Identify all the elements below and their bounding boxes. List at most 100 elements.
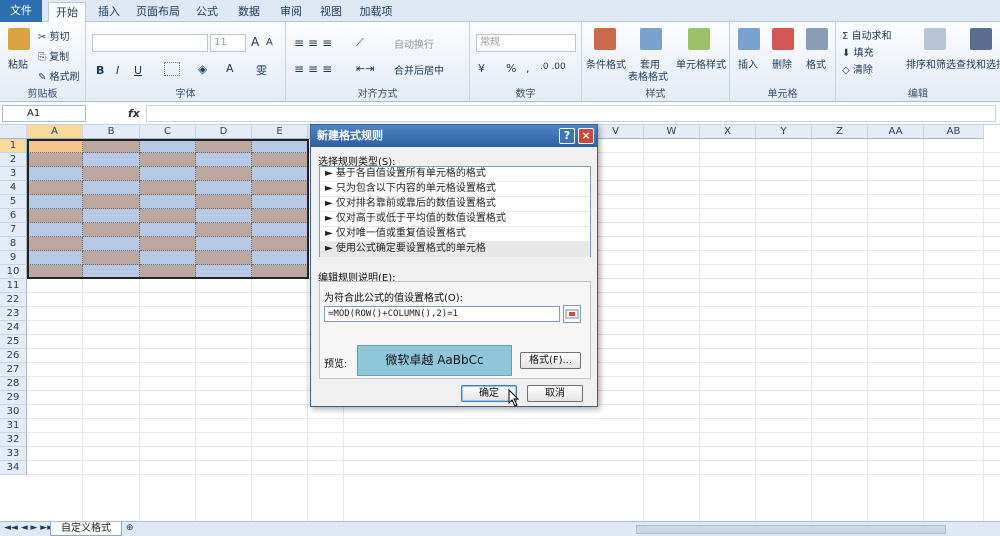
- row-header[interactable]: 7: [0, 223, 27, 237]
- tab-data[interactable]: 数据: [232, 2, 266, 22]
- conditional-format-button[interactable]: 条件格式: [586, 56, 626, 71]
- delete-cells-button[interactable]: 删除: [772, 56, 792, 71]
- row-header[interactable]: 30: [0, 405, 27, 419]
- row-header[interactable]: 28: [0, 377, 27, 391]
- column-header[interactable]: A: [27, 125, 83, 139]
- tab-home[interactable]: 开始: [48, 2, 86, 22]
- tab-file[interactable]: 文件: [0, 0, 42, 22]
- close-button[interactable]: ×: [578, 128, 594, 144]
- bold-button[interactable]: B: [96, 64, 104, 77]
- row-header[interactable]: 34: [0, 461, 27, 475]
- range-picker-button[interactable]: [563, 305, 581, 323]
- row-header[interactable]: 8: [0, 237, 27, 251]
- clear-button[interactable]: ◇ 清除: [842, 61, 873, 76]
- format-cells-icon[interactable]: [806, 28, 828, 50]
- row-header[interactable]: 27: [0, 363, 27, 377]
- column-header[interactable]: W: [644, 125, 700, 139]
- fx-icon[interactable]: fx: [128, 107, 140, 120]
- column-header[interactable]: AA: [868, 125, 924, 139]
- help-button[interactable]: ?: [559, 128, 575, 144]
- border-icon[interactable]: [164, 62, 180, 76]
- tab-view[interactable]: 视图: [314, 2, 348, 22]
- row-header[interactable]: 2: [0, 153, 27, 167]
- sort-filter-button[interactable]: 排序和筛选: [906, 56, 956, 71]
- format-button[interactable]: 格式(F)...: [520, 352, 581, 369]
- delete-cells-icon[interactable]: [772, 28, 794, 50]
- tab-addins[interactable]: 加载项: [356, 2, 396, 22]
- row-header[interactable]: 29: [0, 391, 27, 405]
- currency-icon[interactable]: ¥: [478, 62, 485, 75]
- row-header[interactable]: 10: [0, 265, 27, 279]
- column-header[interactable]: D: [196, 125, 252, 139]
- grow-font-button[interactable]: A: [251, 35, 259, 49]
- sort-filter-icon[interactable]: [924, 28, 946, 50]
- sheet-tab-custom-format[interactable]: 自定义格式: [50, 522, 122, 536]
- comma-button[interactable]: ,: [526, 62, 530, 75]
- vertical-align-icons[interactable]: ≡≡≡: [294, 36, 336, 50]
- row-header[interactable]: 23: [0, 307, 27, 321]
- row-header[interactable]: 22: [0, 293, 27, 307]
- column-header[interactable]: Z: [812, 125, 868, 139]
- merge-center-button[interactable]: 合并后居中: [394, 62, 444, 77]
- format-cells-button[interactable]: 格式: [806, 56, 826, 71]
- sheet-nav-arrows[interactable]: ◄◄ ◄ ► ►►: [4, 523, 54, 533]
- phonetic-button[interactable]: 雯: [256, 62, 267, 78]
- row-header[interactable]: 6: [0, 209, 27, 223]
- format-painter-button[interactable]: ✎ 格式刷: [38, 68, 80, 83]
- table-format-icon[interactable]: [640, 28, 662, 50]
- new-sheet-icon[interactable]: ⊕: [126, 523, 134, 533]
- formula-field[interactable]: =MOD(ROW()+COLUMN(),2)=1: [324, 306, 560, 322]
- underline-button[interactable]: U: [134, 64, 142, 77]
- fill-color-icon[interactable]: ◈: [198, 62, 207, 76]
- insert-cells-icon[interactable]: [738, 28, 760, 50]
- row-header[interactable]: 31: [0, 419, 27, 433]
- row-header[interactable]: 11: [0, 279, 27, 293]
- tab-review[interactable]: 审阅: [274, 2, 308, 22]
- tab-formulas[interactable]: 公式: [190, 2, 224, 22]
- rule-item[interactable]: ► 只为包含以下内容的单元格设置格式: [320, 182, 590, 197]
- tab-insert[interactable]: 插入: [92, 2, 126, 22]
- rule-item-selected[interactable]: ► 使用公式确定要设置格式的单元格: [320, 242, 590, 257]
- row-header[interactable]: 1: [0, 139, 27, 153]
- font-name-combo[interactable]: [92, 34, 208, 52]
- copy-button[interactable]: ⎘ 复制: [38, 48, 69, 63]
- insert-cells-button[interactable]: 插入: [738, 56, 758, 71]
- horizontal-scrollbar[interactable]: [636, 525, 946, 534]
- rule-item[interactable]: ► 仅对唯一值或重复值设置格式: [320, 227, 590, 242]
- paste-icon[interactable]: [8, 28, 30, 50]
- font-color-button[interactable]: A: [226, 62, 234, 75]
- rule-item[interactable]: ► 仅对高于或低于平均值的数值设置格式: [320, 212, 590, 227]
- row-header[interactable]: 4: [0, 181, 27, 195]
- cut-button[interactable]: ✂ 剪切: [38, 28, 70, 43]
- shrink-font-button[interactable]: A: [266, 37, 273, 48]
- column-header[interactable]: Y: [756, 125, 812, 139]
- rule-item[interactable]: ► 基于各自值设置所有单元格的格式: [320, 167, 590, 182]
- horizontal-align-icons[interactable]: ≡≡≡: [294, 62, 336, 76]
- orientation-icon[interactable]: ⟋: [356, 36, 364, 50]
- number-format-combo[interactable]: 常规: [476, 34, 576, 52]
- tab-page-layout[interactable]: 页面布局: [132, 2, 184, 22]
- row-header[interactable]: 5: [0, 195, 27, 209]
- row-header[interactable]: 25: [0, 335, 27, 349]
- column-header[interactable]: E: [252, 125, 308, 139]
- row-header[interactable]: 3: [0, 167, 27, 181]
- column-header[interactable]: C: [140, 125, 196, 139]
- row-header[interactable]: 33: [0, 447, 27, 461]
- paste-button[interactable]: 粘贴: [8, 56, 28, 71]
- cancel-button[interactable]: 取消: [527, 385, 583, 402]
- column-header[interactable]: X: [700, 125, 756, 139]
- column-header[interactable]: AB: [924, 125, 984, 139]
- wrap-text-button[interactable]: 自动换行: [394, 36, 434, 51]
- row-header[interactable]: 9: [0, 251, 27, 265]
- column-header[interactable]: B: [83, 125, 140, 139]
- italic-button[interactable]: I: [116, 64, 119, 77]
- fill-button[interactable]: ⬇ 填充: [842, 44, 874, 59]
- name-box[interactable]: A1: [2, 105, 86, 122]
- cell-style-icon[interactable]: [688, 28, 710, 50]
- row-header[interactable]: 26: [0, 349, 27, 363]
- find-select-icon[interactable]: [970, 28, 992, 50]
- autosum-button[interactable]: Σ 自动求和: [842, 27, 892, 42]
- row-header[interactable]: 32: [0, 433, 27, 447]
- cell-style-button[interactable]: 单元格样式: [676, 56, 726, 71]
- decimal-icons[interactable]: .0 .00: [540, 62, 566, 72]
